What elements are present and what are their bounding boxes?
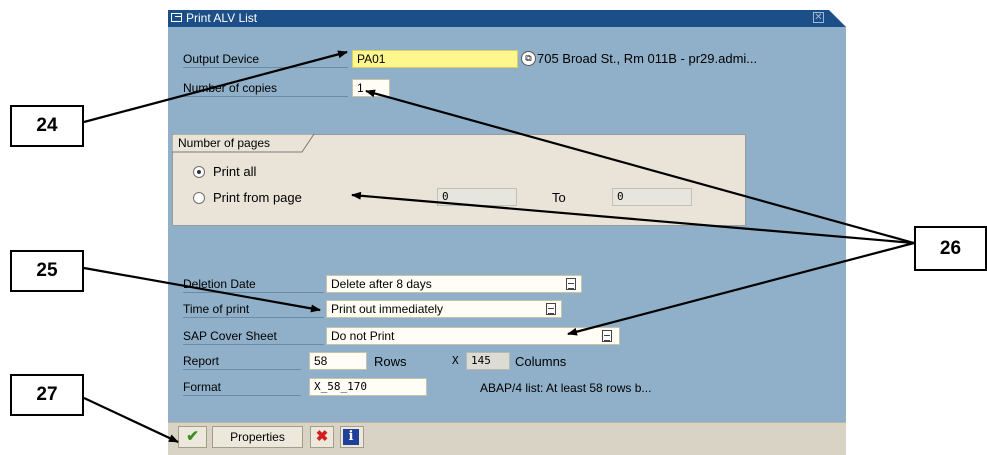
callout-27: 27 — [10, 374, 84, 416]
callout-24: 24 — [10, 105, 84, 147]
callout-26: 26 — [914, 226, 987, 271]
arrow-24 — [83, 50, 348, 124]
annotation-arrows — [83, 50, 915, 443]
arrow-27 — [83, 397, 179, 443]
arrow-26c — [567, 241, 915, 336]
arrow-25 — [83, 266, 321, 313]
callout-25: 25 — [10, 250, 84, 292]
